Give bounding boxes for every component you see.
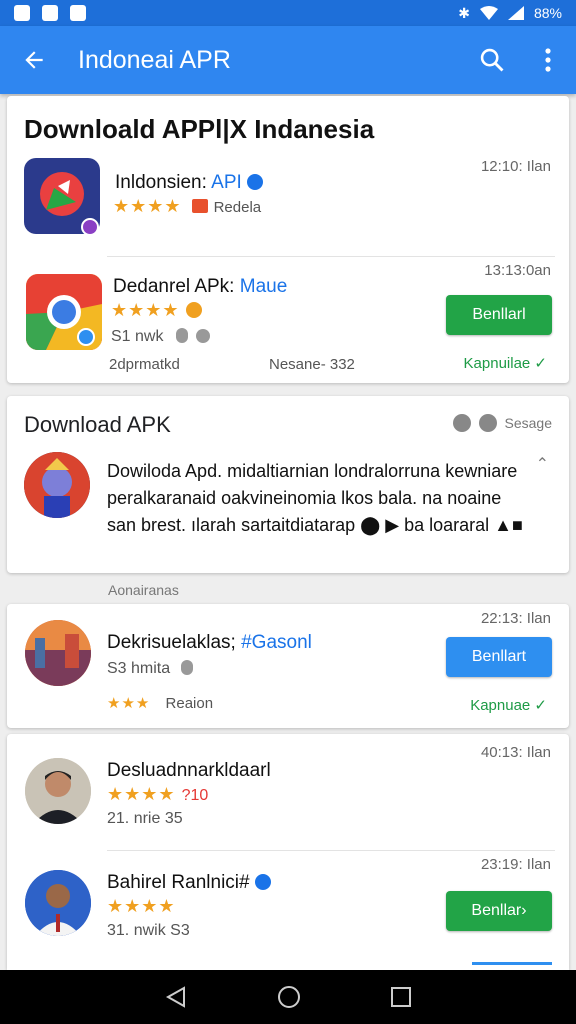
app-name-text: Dedanrel APk:: [113, 276, 235, 297]
divider: [107, 850, 555, 851]
coin-icon: [185, 302, 202, 318]
app-badge-icon: [77, 328, 95, 346]
battery-level: 88%: [533, 5, 562, 21]
app-meta: 31. nwik S3: [107, 922, 190, 939]
app-tag: Maue: [239, 276, 288, 297]
chat-icon[interactable]: [452, 414, 471, 432]
page-title: Indoneai APR: [78, 45, 231, 74]
download-button[interactable]: Benllart: [446, 637, 552, 677]
reason-label: Reaion: [165, 695, 214, 712]
wifi-icon: [479, 6, 498, 20]
app-list-card: Desluadnnarkldaarl 40:13: Ilan ★★★★ ?10 …: [7, 734, 569, 970]
section-label: Aonairanas: [108, 582, 179, 598]
app-list-card: Dekrisuelaklas; #Gasonl 22:13: Ilan S3 h…: [7, 604, 569, 728]
back-nav-icon[interactable]: [165, 986, 187, 1008]
meta-text: S1 nwk: [111, 328, 164, 345]
post-text: Dowiloda Apd. midaltiarnian londralorrun…: [107, 461, 523, 535]
progress-bar: [472, 962, 552, 965]
badge-label: Redela: [213, 199, 262, 216]
detail-link[interactable]: Kapnuae ✓: [470, 696, 547, 714]
app-name[interactable]: Dedanrel APk: Maue: [113, 276, 287, 298]
people-icon: [196, 329, 211, 343]
user-avatar[interactable]: [25, 870, 91, 936]
notification-icon: [42, 5, 58, 21]
rating-stars: ★★★★: [111, 300, 202, 321]
app-name[interactable]: Inldonsien: API: [115, 172, 264, 194]
search-icon: [480, 48, 504, 72]
shield-icon: [180, 660, 193, 675]
app-badge-icon: [81, 218, 99, 236]
post-title: Download APK: [24, 412, 171, 437]
post-actions: Sesage: [452, 414, 552, 432]
app-name-text: Bahirel Ranlnici#: [107, 872, 250, 893]
user-avatar[interactable]: [25, 758, 91, 824]
collapse-icon[interactable]: ⌃: [536, 454, 549, 474]
app-name[interactable]: Desluadnnarkldaarl: [107, 760, 271, 782]
download-button[interactable]: Benllar›: [446, 891, 552, 931]
stars-text: ★★★: [107, 695, 151, 712]
notification-icon: [14, 5, 30, 21]
more-options-button[interactable]: [520, 26, 576, 94]
divider: [107, 256, 555, 257]
featured-card: Downloald APPl|X Indanesia Inldonsien: A…: [7, 96, 569, 383]
rating-stars: ★★★ Reaion: [107, 694, 213, 712]
navigation-bar: [0, 970, 576, 1024]
post-label: Sesage: [504, 415, 552, 431]
timestamp: 23:19: Ilan: [480, 856, 551, 873]
app-name[interactable]: Bahirel Ranlnici#: [107, 872, 271, 894]
app-name[interactable]: Dekrisuelaklas; #Gasonl: [107, 632, 312, 654]
arrow-left-icon: [25, 51, 43, 69]
meta-text: S3 hmita: [107, 660, 171, 677]
app-name-text: Inldonsien:: [115, 172, 207, 193]
rating-value: ?10: [181, 787, 209, 804]
timestamp: 40:13: Ilan: [480, 744, 551, 761]
verified-icon: [247, 174, 264, 190]
stars-text: ★★★★: [113, 196, 182, 216]
timestamp: 22:13: Ilan: [480, 610, 551, 627]
search-button[interactable]: [464, 26, 520, 94]
app-bar: Indoneai APR: [0, 26, 576, 94]
back-button[interactable]: [0, 26, 68, 94]
status-bar: ✱ 88%: [0, 0, 576, 26]
app-meta: 21. nrie 35: [107, 810, 183, 827]
stars-text: ★★★★: [107, 784, 176, 804]
detail-link[interactable]: Kapnuilae ✓: [464, 354, 547, 372]
app-tag: API: [211, 172, 242, 193]
timestamp: 12:10: Ilan: [480, 158, 551, 175]
recents-icon[interactable]: [391, 987, 411, 1007]
app-name-text: Dekrisuelaklas;: [107, 632, 236, 653]
info-icon[interactable]: [478, 414, 497, 432]
timestamp: 13:13:0an: [484, 262, 551, 279]
post-card: Download APK Sesage Dowiloda Apd. midalt…: [7, 396, 569, 573]
home-icon[interactable]: [277, 985, 301, 1009]
more-vert-icon: [545, 48, 551, 72]
post-avatar[interactable]: [24, 452, 90, 518]
rating-stars: ★★★★ Redela: [113, 196, 261, 217]
verified-icon: [254, 874, 271, 890]
rating-stars: ★★★★: [107, 896, 176, 916]
main-content[interactable]: Downloald APPl|X Indanesia Inldonsien: A…: [0, 94, 576, 970]
install-count: 2dprmatkd: [109, 356, 180, 373]
rating-stars: ★★★★ ?10: [107, 784, 208, 805]
app-avatar[interactable]: [25, 620, 91, 686]
flag-icon: [191, 199, 208, 213]
app-tag: #Gasonl: [241, 632, 312, 653]
app-version: Nesane- 332: [269, 356, 355, 373]
notification-icon: [70, 5, 86, 21]
app-meta: S1 nwk: [111, 328, 211, 346]
download-button[interactable]: Benllarl: [446, 295, 552, 335]
stars-text: ★★★★: [111, 300, 180, 320]
app-meta: S3 hmita: [107, 660, 193, 678]
shield-icon: [175, 328, 188, 343]
bluetooth-icon: ✱: [458, 4, 470, 21]
section-heading: Downloald APPl|X Indanesia: [24, 114, 375, 144]
signal-icon: [507, 6, 524, 20]
